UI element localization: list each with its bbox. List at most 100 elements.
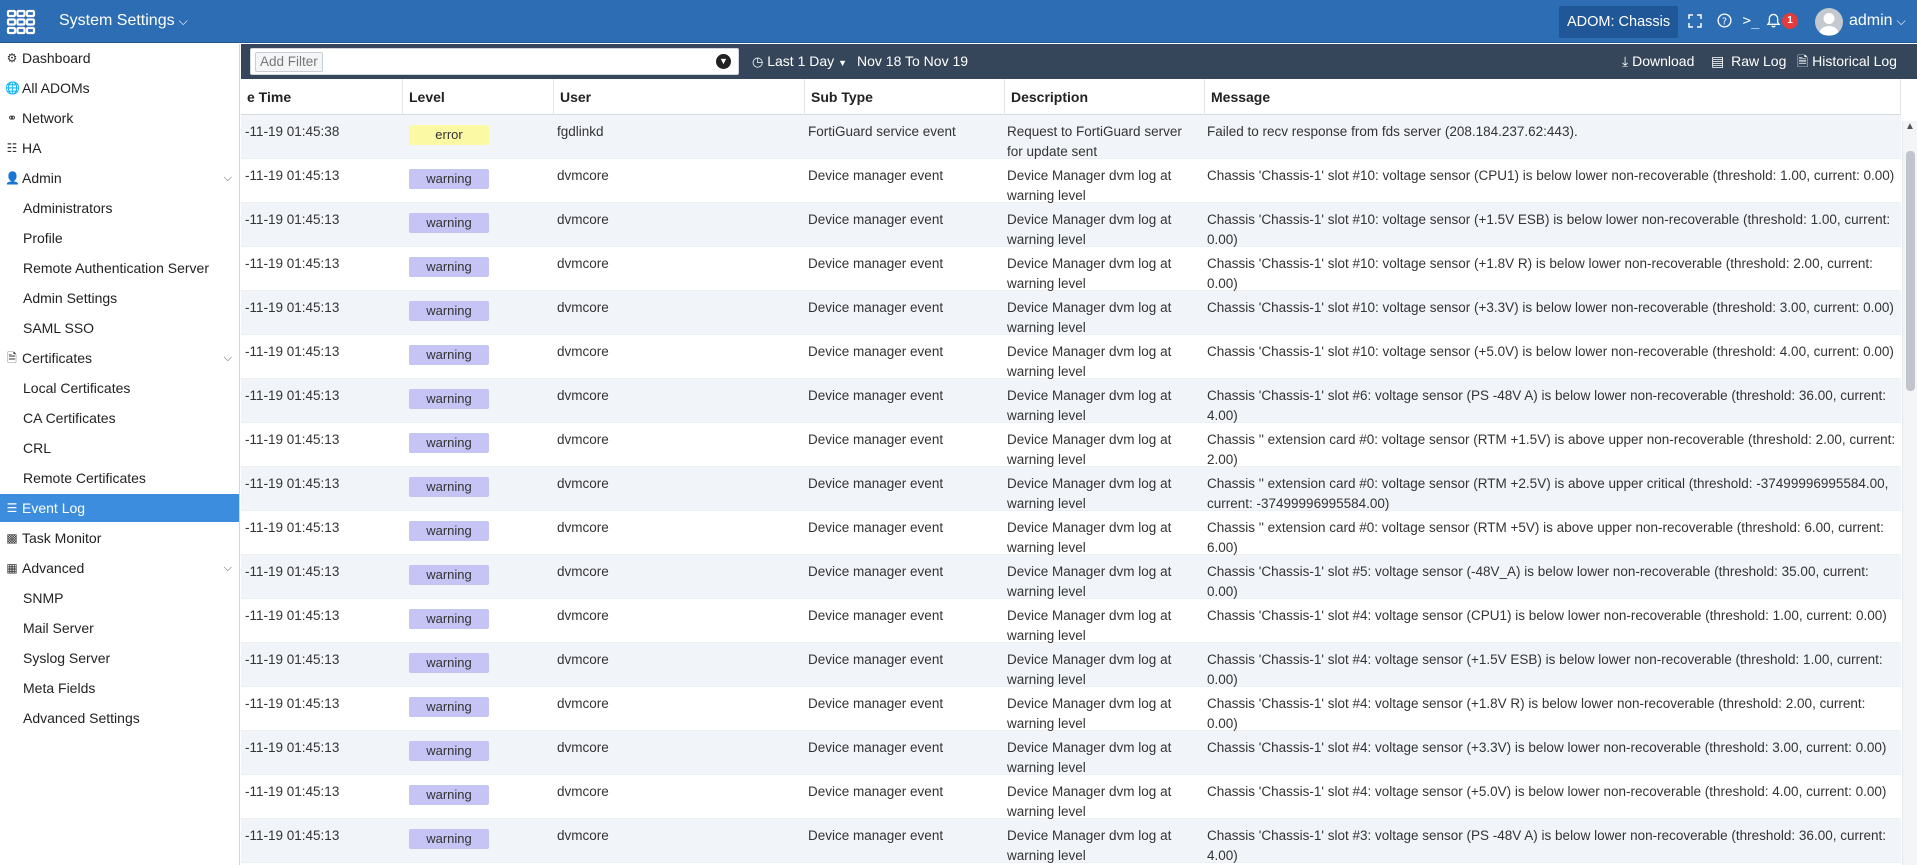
sidebar-item-dashboard[interactable]: ⚙ Dashboard — [0, 44, 239, 72]
table-row[interactable]: -11-19 01:45:13 warning dvmcore Device mana… — [241, 599, 1901, 643]
sidebar-item-network[interactable]: ⚭ Network — [0, 104, 239, 132]
sidebar-item-profile[interactable]: Profile — [0, 224, 239, 252]
table-row[interactable]: -11-19 01:45:13 warning dvmcore Device mana… — [241, 159, 1901, 203]
download-button[interactable]: ⤓ Download — [1622, 44, 1694, 79]
table-row[interactable]: -11-19 01:45:13 warning dvmcore Device mana… — [241, 203, 1901, 247]
cell-time: -11-19 01:45:38 — [245, 124, 340, 139]
column-header-level[interactable]: Level — [403, 79, 554, 115]
user-menu[interactable]: admin ⌵ — [1849, 12, 1906, 30]
historical-log-label: Historical Log — [1812, 53, 1897, 69]
cell-sub-type: Device manager event — [808, 696, 944, 711]
sidebar-item-snmp[interactable]: SNMP — [0, 584, 239, 612]
table-row[interactable]: -11-19 01:45:13 warning dvmcore Device mana… — [241, 731, 1901, 775]
sidebar-item-meta-fields[interactable]: Meta Fields — [0, 674, 239, 702]
level-badge: warning — [409, 169, 489, 189]
sidebar-item-local-certificates[interactable]: Local Certificates — [0, 374, 239, 402]
cell-sub-type: Device manager event — [808, 564, 944, 579]
cell-description: Device Manager dvm log at warning level — [1007, 256, 1172, 291]
cell-time: -11-19 01:45:13 — [245, 476, 340, 491]
sidebar-item-remote-certificates[interactable]: Remote Certificates — [0, 464, 239, 492]
sidebar-item-administrators[interactable]: Administrators — [0, 194, 239, 222]
sidebar-item-label: CA Certificates — [23, 410, 116, 426]
cell-description: Device Manager dvm log at warning level — [1007, 432, 1172, 467]
column-header-user[interactable]: User — [554, 79, 805, 115]
cell-description: Device Manager dvm log at warning level — [1007, 300, 1172, 335]
table-row[interactable]: -11-19 01:45:13 warning dvmcore Device mana… — [241, 819, 1901, 863]
cell-time: -11-19 01:45:13 — [245, 168, 340, 183]
table-row[interactable]: -11-19 01:45:13 warning dvmcore Device mana… — [241, 291, 1901, 335]
sidebar-item-certificates[interactable]: 🗎 Certificates ⌵ — [0, 344, 239, 372]
table-row[interactable]: -11-19 01:45:38 error fgdlinkd FortiGuard s… — [241, 115, 1901, 159]
level-badge: warning — [409, 697, 489, 717]
sidebar-item-all-adoms[interactable]: 🌐 All ADOMs — [0, 74, 239, 102]
caret-down-icon: ▼ — [838, 58, 847, 68]
cell-message: Chassis 'Chassis-1' slot #10: voltage se… — [1207, 168, 1895, 183]
table-row[interactable]: -11-19 01:45:13 warning dvmcore Device mana… — [241, 555, 1901, 599]
table-row[interactable]: -11-19 01:45:13 warning dvmcore Device mana… — [241, 247, 1901, 291]
cli-console-icon[interactable]: >_ — [1741, 11, 1761, 31]
cell-user: dvmcore — [557, 740, 609, 755]
cell-description: Device Manager dvm log at warning level — [1007, 652, 1172, 687]
scrollbar-thumb[interactable] — [1906, 151, 1915, 391]
bell-icon[interactable] — [1763, 11, 1783, 31]
level-badge: warning — [409, 521, 489, 541]
table-row[interactable]: -11-19 01:45:13 warning dvmcore Device mana… — [241, 335, 1901, 379]
table-row[interactable]: -11-19 01:45:13 warning dvmcore Device mana… — [241, 511, 1901, 555]
scroll-up-icon[interactable]: ▲ — [1905, 121, 1915, 132]
add-filter-button[interactable]: Add Filter — [255, 52, 323, 72]
chevron-down-icon: ⌵ — [223, 352, 232, 364]
sidebar-item-ha[interactable]: ☷ HA — [0, 134, 239, 162]
cell-message: Chassis 'Chassis-1' slot #10: voltage se… — [1207, 212, 1891, 247]
cell-time: -11-19 01:45:13 — [245, 432, 340, 447]
column-header-time[interactable]: e Time — [241, 79, 403, 115]
vertical-scrollbar[interactable]: ▲ — [1902, 121, 1917, 865]
cell-user: dvmcore — [557, 608, 609, 623]
sidebar-item-label: All ADOMs — [22, 80, 90, 96]
sidebar-item-label: Syslog Server — [23, 650, 111, 666]
module-selector[interactable]: System Settings ⌵ — [59, 12, 188, 30]
avatar[interactable] — [1815, 8, 1843, 36]
sidebar-item-task-monitor[interactable]: ▩ Task Monitor — [0, 524, 239, 552]
fullscreen-icon[interactable] — [1685, 11, 1705, 31]
table-row[interactable]: -11-19 01:45:13 warning dvmcore Device mana… — [241, 643, 1901, 687]
adom-selector[interactable]: ADOM: Chassis — [1559, 6, 1679, 38]
table-row[interactable]: -11-19 01:45:13 warning dvmcore Device mana… — [241, 379, 1901, 423]
table-row[interactable]: -11-19 01:45:13 warning dvmcore Device mana… — [241, 775, 1901, 819]
cell-message: Chassis 'Chassis-1' slot #10: voltage se… — [1207, 256, 1873, 291]
filter-icon[interactable]: ▼ — [716, 54, 731, 69]
sidebar-item-saml-sso[interactable]: SAML SSO — [0, 314, 239, 342]
time-range-selector[interactable]: ◷ Last 1 Day ▼ — [752, 44, 847, 79]
sidebar-item-label: Meta Fields — [23, 680, 96, 696]
table-row[interactable]: -11-19 01:45:13 warning dvmcore Device mana… — [241, 423, 1901, 467]
cell-message: Chassis 'Chassis-1' slot #4: voltage sen… — [1207, 784, 1887, 799]
cell-description: Device Manager dvm log at warning level — [1007, 828, 1172, 863]
sidebar-item-admin[interactable]: 👤 Admin ⌵ — [0, 164, 239, 192]
cell-user: dvmcore — [557, 564, 609, 579]
time-range-label: Last 1 Day — [767, 53, 835, 69]
app-grid-icon[interactable] — [6, 9, 36, 35]
sidebar-item-advanced-settings[interactable]: Advanced Settings — [0, 704, 239, 732]
column-header-message[interactable]: Message — [1205, 79, 1901, 115]
sidebar-item-crl[interactable]: CRL — [0, 434, 239, 462]
cell-sub-type: Device manager event — [808, 608, 944, 623]
cell-user: dvmcore — [557, 168, 609, 183]
historical-log-button[interactable]: 🗎 Historical Log — [1797, 44, 1897, 79]
sidebar-item-event-log[interactable]: ☰ Event Log — [0, 494, 239, 522]
column-header-description[interactable]: Description — [1005, 79, 1205, 115]
table-row[interactable]: -11-19 01:45:13 warning dvmcore Device mana… — [241, 687, 1901, 731]
sidebar-item-advanced[interactable]: ▦ Advanced ⌵ — [0, 554, 239, 582]
raw-log-button[interactable]: ▤ Raw Log — [1711, 44, 1786, 79]
sidebar-item-mail-server[interactable]: Mail Server — [0, 614, 239, 642]
event-log-table: e Time Level User Sub Type Description M… — [241, 79, 1917, 865]
cell-message: Failed to recv response from fds server … — [1207, 124, 1578, 139]
table-row[interactable]: -11-19 01:45:13 warning dvmcore Device mana… — [241, 467, 1901, 511]
help-icon[interactable]: ? — [1714, 11, 1734, 31]
cell-sub-type: Device manager event — [808, 168, 944, 183]
sidebar-item-syslog-server[interactable]: Syslog Server — [0, 644, 239, 672]
filter-input[interactable]: Add Filter ▼ — [250, 48, 739, 75]
cell-message: Chassis 'Chassis-1' slot #6: voltage sen… — [1207, 388, 1886, 423]
sidebar-item-ca-certificates[interactable]: CA Certificates — [0, 404, 239, 432]
column-header-sub-type[interactable]: Sub Type — [805, 79, 1005, 115]
sidebar-item-admin-settings[interactable]: Admin Settings — [0, 284, 239, 312]
sidebar-item-remote-authentication-server[interactable]: Remote Authentication Server — [0, 254, 239, 282]
